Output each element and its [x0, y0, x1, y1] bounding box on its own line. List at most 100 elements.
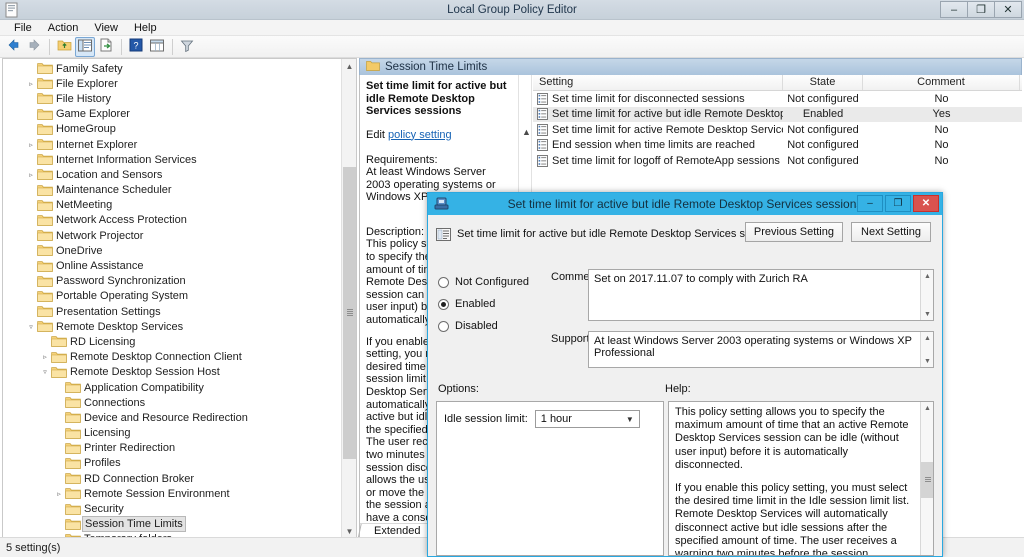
help-button[interactable]: ?: [126, 37, 146, 57]
supported-scroll-up-icon[interactable]: ▲: [921, 332, 934, 344]
menu-help[interactable]: Help: [126, 20, 165, 36]
tree-item-location-and-sensors[interactable]: ▹Location and Sensors: [3, 167, 341, 182]
tree-item-online-assistance[interactable]: Online Assistance: [3, 258, 341, 273]
radio-enabled[interactable]: Enabled: [438, 293, 538, 315]
tree-item-profiles[interactable]: Profiles: [3, 456, 341, 471]
previous-setting-button[interactable]: Previous Setting: [745, 222, 843, 242]
chevron-up-icon[interactable]: ▲: [522, 127, 531, 137]
back-button[interactable]: [3, 37, 23, 57]
tree-item-network-projector[interactable]: Network Projector: [3, 228, 341, 243]
minimize-button[interactable]: –: [940, 1, 968, 18]
radio-disabled[interactable]: Disabled: [438, 315, 538, 337]
tree-item-game-explorer[interactable]: Game Explorer: [3, 107, 341, 122]
folder-icon: [65, 396, 81, 409]
help-scroll-thumb[interactable]: [921, 462, 934, 498]
tree-item-printer-redirection[interactable]: Printer Redirection: [3, 441, 341, 456]
policy-state-radio-group[interactable]: Not ConfiguredEnabledDisabled: [438, 271, 538, 337]
tree-item-internet-information-services[interactable]: Internet Information Services: [3, 152, 341, 167]
tree-spacer: [25, 214, 37, 226]
tree-item-device-and-resource-redirection[interactable]: Device and Resource Redirection: [3, 410, 341, 425]
tree-item-connections[interactable]: Connections: [3, 395, 341, 410]
policy-setting-link[interactable]: policy setting: [388, 129, 452, 141]
tree-item-remote-desktop-services[interactable]: ▿Remote Desktop Services: [3, 319, 341, 334]
column-header-state[interactable]: State: [783, 75, 863, 90]
folder-icon: [65, 503, 81, 516]
tree-item-remote-session-environment[interactable]: ▹Remote Session Environment: [3, 486, 341, 501]
comment-scroll-up-icon[interactable]: ▲: [921, 270, 934, 282]
filter-button[interactable]: [177, 37, 197, 57]
dialog-close-button[interactable]: ✕: [913, 195, 939, 212]
tree-item-network-access-protection[interactable]: Network Access Protection: [3, 213, 341, 228]
tree-item-netmeeting[interactable]: NetMeeting: [3, 198, 341, 213]
tree-item-presentation-settings[interactable]: Presentation Settings: [3, 304, 341, 319]
up-one-level-button[interactable]: [54, 37, 74, 57]
help-panel[interactable]: This policy setting allows you to specif…: [668, 401, 934, 556]
show-hide-console-tree-button[interactable]: [75, 37, 95, 57]
radio-button-icon[interactable]: [438, 321, 449, 332]
column-header-setting[interactable]: Setting: [533, 75, 783, 90]
tree-item-family-safety[interactable]: Family Safety: [3, 61, 341, 76]
next-setting-button[interactable]: Next Setting: [851, 222, 931, 242]
help-scrollbar[interactable]: ▲: [920, 402, 933, 555]
menu-action[interactable]: Action: [40, 20, 87, 36]
table-row[interactable]: Set time limit for logoff of RemoteApp s…: [533, 153, 1022, 169]
expand-triangle-icon[interactable]: ▹: [25, 78, 37, 90]
collapse-triangle-icon[interactable]: ▿: [39, 366, 51, 378]
comment-textarea[interactable]: Set on 2017.11.07 to comply with Zurich …: [588, 269, 934, 321]
table-row[interactable]: Set time limit for active Remote Desktop…: [533, 122, 1022, 138]
dialog-minimize-button[interactable]: –: [857, 195, 883, 212]
menu-file[interactable]: File: [6, 20, 40, 36]
table-row[interactable]: Set time limit for active but idle Remot…: [533, 107, 1022, 123]
tree-spacer: [53, 457, 65, 469]
radio-not-configured[interactable]: Not Configured: [438, 271, 538, 293]
export-list-button[interactable]: [96, 37, 116, 57]
console-tree[interactable]: Family Safety▹File ExplorerFile HistoryG…: [3, 61, 341, 540]
scroll-thumb[interactable]: [343, 167, 356, 459]
tree-item-rd-connection-broker[interactable]: RD Connection Broker: [3, 471, 341, 486]
tab-extended[interactable]: Extended: [366, 525, 428, 537]
collapse-triangle-icon[interactable]: ▿: [25, 321, 37, 333]
help-scroll-up-icon[interactable]: ▲: [921, 402, 934, 414]
folder-icon: [51, 366, 67, 379]
table-row[interactable]: End session when time limits are reached…: [533, 138, 1022, 154]
tree-item-portable-operating-system[interactable]: Portable Operating System: [3, 289, 341, 304]
tree-item-session-time-limits[interactable]: Session Time Limits: [3, 517, 341, 532]
tree-item-password-synchronization[interactable]: Password Synchronization: [3, 274, 341, 289]
column-header-comment[interactable]: Comment: [863, 75, 1020, 90]
view-button[interactable]: [147, 37, 167, 57]
radio-button-icon[interactable]: [438, 277, 449, 288]
tree-item-licensing[interactable]: Licensing: [3, 426, 341, 441]
close-button[interactable]: ✕: [994, 1, 1022, 18]
expand-triangle-icon[interactable]: ▹: [39, 351, 51, 363]
tree-item-security[interactable]: Security: [3, 501, 341, 516]
tree-item-file-history[interactable]: File History: [3, 91, 341, 106]
tree-item-onedrive[interactable]: OneDrive: [3, 243, 341, 258]
tree-item-rd-licensing[interactable]: RD Licensing: [3, 334, 341, 349]
expand-triangle-icon[interactable]: ▹: [53, 488, 65, 500]
idle-session-limit-dropdown[interactable]: 1 hour ▼: [535, 410, 640, 428]
tree-item-remote-desktop-connection-client[interactable]: ▹Remote Desktop Connection Client: [3, 350, 341, 365]
tree-vertical-scrollbar[interactable]: ▲ ▼: [341, 59, 356, 539]
expand-triangle-icon[interactable]: ▹: [25, 169, 37, 181]
tree-item-label: RD Connection Broker: [84, 472, 194, 486]
tree-item-application-compatibility[interactable]: Application Compatibility: [3, 380, 341, 395]
expand-triangle-icon[interactable]: ▹: [25, 139, 37, 151]
tree-item-internet-explorer[interactable]: ▹Internet Explorer: [3, 137, 341, 152]
tree-item-homegroup[interactable]: HomeGroup: [3, 122, 341, 137]
menu-view[interactable]: View: [86, 20, 126, 36]
comment-scrollbar[interactable]: ▲ ▼: [920, 270, 933, 320]
radio-button-icon[interactable]: [438, 299, 449, 310]
cell-state: Not configured: [783, 155, 863, 167]
table-row[interactable]: Set time limit for disconnected sessions…: [533, 91, 1022, 107]
maximize-button[interactable]: ❐: [967, 1, 995, 18]
supported-scroll-down-icon[interactable]: ▼: [921, 355, 934, 367]
tree-item-label: Connections: [84, 396, 145, 410]
tree-item-maintenance-scheduler[interactable]: Maintenance Scheduler: [3, 183, 341, 198]
scroll-up-icon[interactable]: ▲: [342, 59, 357, 74]
tree-item-file-explorer[interactable]: ▹File Explorer: [3, 76, 341, 91]
dialog-maximize-button[interactable]: ❐: [885, 195, 911, 212]
comment-scroll-down-icon[interactable]: ▼: [921, 308, 934, 320]
tree-item-remote-desktop-session-host[interactable]: ▿Remote Desktop Session Host: [3, 365, 341, 380]
forward-button[interactable]: [24, 37, 44, 57]
supported-scrollbar[interactable]: ▲ ▼: [920, 332, 933, 367]
